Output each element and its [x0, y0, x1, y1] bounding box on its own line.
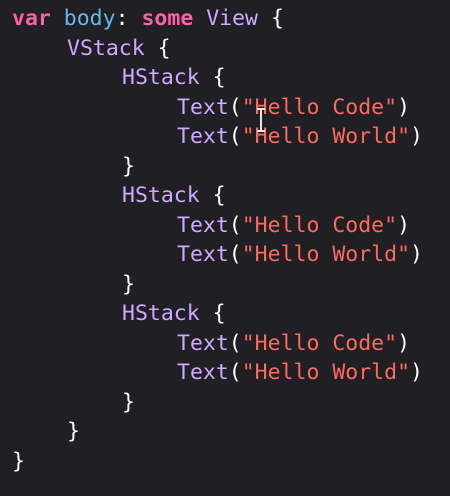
- paren-close: ): [410, 242, 423, 267]
- code-line-text: Text("Hello World"): [0, 240, 450, 270]
- code-line-hstack-2-close: }: [0, 270, 450, 300]
- open-brace: {: [212, 183, 226, 208]
- keyword-var: var: [12, 6, 51, 31]
- fn-text: Text: [177, 94, 229, 120]
- paren-open: (: [228, 124, 242, 149]
- code-line-text: Text("Hello Code"): [0, 93, 450, 123]
- property-name: body: [63, 6, 116, 31]
- close-brace: }: [122, 153, 135, 179]
- code-line-hstack-1-close: }: [0, 152, 450, 182]
- paren-open: (: [228, 242, 242, 267]
- fn-text: Text: [177, 212, 229, 238]
- code-line-vstack-close: }: [0, 417, 450, 447]
- code-line-hstack-3-close: }: [0, 388, 450, 418]
- paren-close: ): [410, 124, 423, 149]
- fn-text: Text: [177, 242, 229, 267]
- type-hstack: HStack: [122, 183, 200, 208]
- close-brace: }: [122, 271, 135, 297]
- paren-open: (: [228, 212, 242, 238]
- string-literal: "Hello Code": [241, 94, 398, 120]
- keyword-some: some: [141, 6, 194, 31]
- paren-open: (: [228, 330, 242, 356]
- code-line-text: Text("Hello World"): [0, 122, 450, 152]
- paren-open: (: [228, 360, 242, 385]
- close-brace: }: [67, 419, 80, 444]
- paren-open: (: [228, 94, 242, 120]
- code-line-text: Text("Hello Code"): [0, 211, 450, 241]
- fn-text: Text: [177, 360, 229, 385]
- type-vstack: VStack: [67, 35, 145, 61]
- string-literal: "Hello Code": [241, 330, 398, 356]
- code-line-text: Text("Hello World"): [0, 358, 450, 388]
- string-literal: "Hello World": [241, 360, 411, 385]
- paren-close: ): [410, 360, 423, 385]
- code-line-hstack-3-open: HStack {: [0, 299, 450, 329]
- paren-close: ): [397, 212, 411, 238]
- open-brace: {: [212, 301, 226, 326]
- type-hstack: HStack: [122, 301, 200, 326]
- code-editor[interactable]: var body: some View { VStack { HStack { …: [0, 0, 450, 496]
- string-literal: "Hello World": [241, 124, 411, 149]
- string-literal: "Hello World": [241, 242, 411, 267]
- open-brace: {: [212, 65, 226, 90]
- paren-close: ): [397, 94, 411, 120]
- code-line-text: Text("Hello Code"): [0, 329, 450, 359]
- paren-close: ): [397, 330, 411, 356]
- colon: :: [115, 6, 129, 31]
- close-brace: }: [122, 389, 135, 415]
- fn-text: Text: [177, 124, 229, 149]
- text-cursor-icon: [257, 108, 265, 132]
- code-line-1: var body: some View {: [0, 4, 450, 34]
- string-literal: "Hello Code": [241, 212, 398, 238]
- type-view: View: [206, 6, 258, 31]
- code-line-2: VStack {: [0, 34, 450, 64]
- fn-text: Text: [177, 330, 229, 356]
- type-hstack: HStack: [122, 65, 200, 90]
- close-brace: }: [12, 448, 25, 474]
- open-brace: {: [270, 6, 284, 31]
- code-line-body-close: }: [0, 447, 450, 477]
- code-line-hstack-2-open: HStack {: [0, 181, 450, 211]
- open-brace: {: [157, 35, 171, 61]
- code-line-hstack-1-open: HStack {: [0, 63, 450, 93]
